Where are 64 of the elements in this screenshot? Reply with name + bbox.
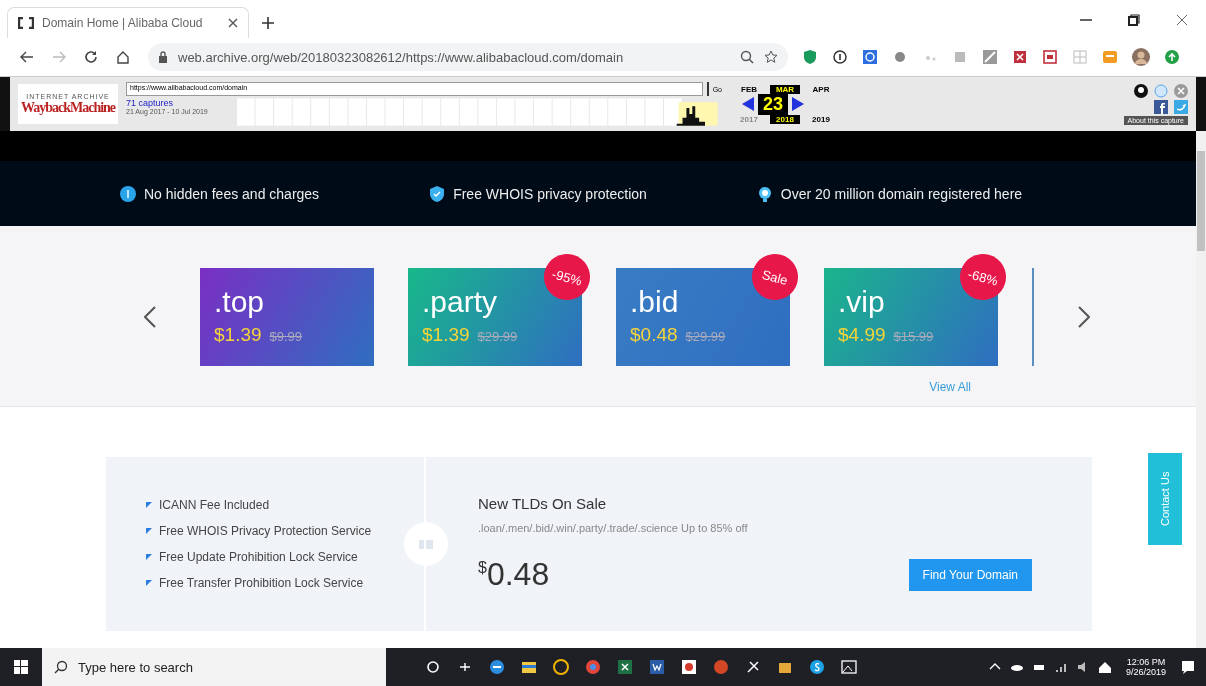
- cortana-icon[interactable]: [424, 658, 442, 676]
- year-link[interactable]: 2018: [770, 114, 800, 124]
- feature-text: Free WHOIS privacy protection: [453, 185, 647, 202]
- star-icon[interactable]: [764, 50, 778, 64]
- scrollbar[interactable]: [1196, 131, 1206, 648]
- day-number: 23: [758, 93, 788, 115]
- month-link[interactable]: APR: [806, 84, 836, 94]
- address-bar[interactable]: web.archive.org/web/20180323082612/https://www.alibabacloud.com/domain: [148, 43, 788, 71]
- feature-text: Over 20 million domain registered here: [780, 185, 1023, 202]
- facebook-icon[interactable]: [1154, 99, 1168, 114]
- shield-icon[interactable]: [802, 49, 818, 65]
- promo-title: New TLDs On Sale: [478, 495, 608, 512]
- home-icon[interactable]: [116, 50, 130, 64]
- taskbar-search-field[interactable]: Type here to search: [42, 648, 386, 686]
- windows-icon[interactable]: [14, 660, 28, 674]
- new-tab-icon[interactable]: [262, 17, 274, 29]
- notification-icon[interactable]: [1180, 659, 1196, 675]
- shield-icon[interactable]: [1012, 49, 1028, 65]
- page-icon: [18, 17, 34, 29]
- year-link[interactable]: 2019: [806, 114, 836, 124]
- next-icon[interactable]: [792, 97, 804, 111]
- flag-icon: [146, 502, 152, 508]
- info-icon[interactable]: [832, 49, 848, 65]
- bulb-icon: [756, 185, 773, 202]
- square-icon[interactable]: [862, 49, 878, 65]
- feature-text: ICANN Fee Included: [159, 498, 270, 512]
- promo-subtitle: .loan/.men/.bid/.win/.party/.trade/.science Up to 85% off: [478, 522, 749, 534]
- lock-icon: [158, 51, 168, 63]
- feature-text: Free Update Prohibition Lock Service: [159, 550, 358, 564]
- coin-icon: [120, 185, 136, 202]
- chrome-icon[interactable]: [584, 658, 602, 676]
- scroll-thumb[interactable]: [1197, 151, 1205, 251]
- word-icon[interactable]: [648, 658, 666, 676]
- close-icon[interactable]: [228, 18, 238, 28]
- back-icon[interactable]: [20, 51, 34, 63]
- skype-icon[interactable]: [808, 658, 826, 676]
- upload-icon[interactable]: [1164, 49, 1180, 65]
- captures-link[interactable]: 71 captures: [126, 98, 234, 108]
- search-icon: [54, 660, 68, 674]
- avatar-icon[interactable]: [1132, 48, 1150, 66]
- chevron-left-icon[interactable]: [144, 306, 156, 328]
- flag-icon: [146, 554, 152, 560]
- chevron-right-icon[interactable]: [1078, 306, 1090, 328]
- flag-icon: [146, 528, 152, 534]
- restore-icon[interactable]: [1128, 14, 1140, 26]
- home-icon[interactable]: [1097, 660, 1112, 674]
- price: $^{$}$0.48: [478, 556, 550, 593]
- clock[interactable]: 12:06 PM 9/26/2019: [1125, 657, 1166, 677]
- month-link[interactable]: MAR: [770, 84, 800, 94]
- reload-icon[interactable]: [84, 50, 98, 64]
- feature-text: Free WHOIS Privacy Protection Service: [159, 524, 372, 538]
- photos-icon[interactable]: [840, 658, 858, 676]
- close-icon[interactable]: [1176, 14, 1188, 26]
- excel-icon[interactable]: [616, 658, 634, 676]
- flag-icon: [146, 580, 152, 586]
- domain-card[interactable]: .top $1.39 $9.99: [200, 268, 374, 366]
- feature-text: No hidden fees and charges: [144, 185, 320, 202]
- ball-icon[interactable]: [892, 49, 908, 65]
- zoom-icon[interactable]: [740, 50, 754, 64]
- shield-icon: [429, 185, 446, 202]
- twitter-icon[interactable]: [1174, 99, 1188, 114]
- previous-icon[interactable]: [742, 97, 754, 111]
- feature-text: Free Transfer Prohibition Lock Service: [159, 576, 364, 590]
- month-link[interactable]: FEB: [734, 84, 764, 94]
